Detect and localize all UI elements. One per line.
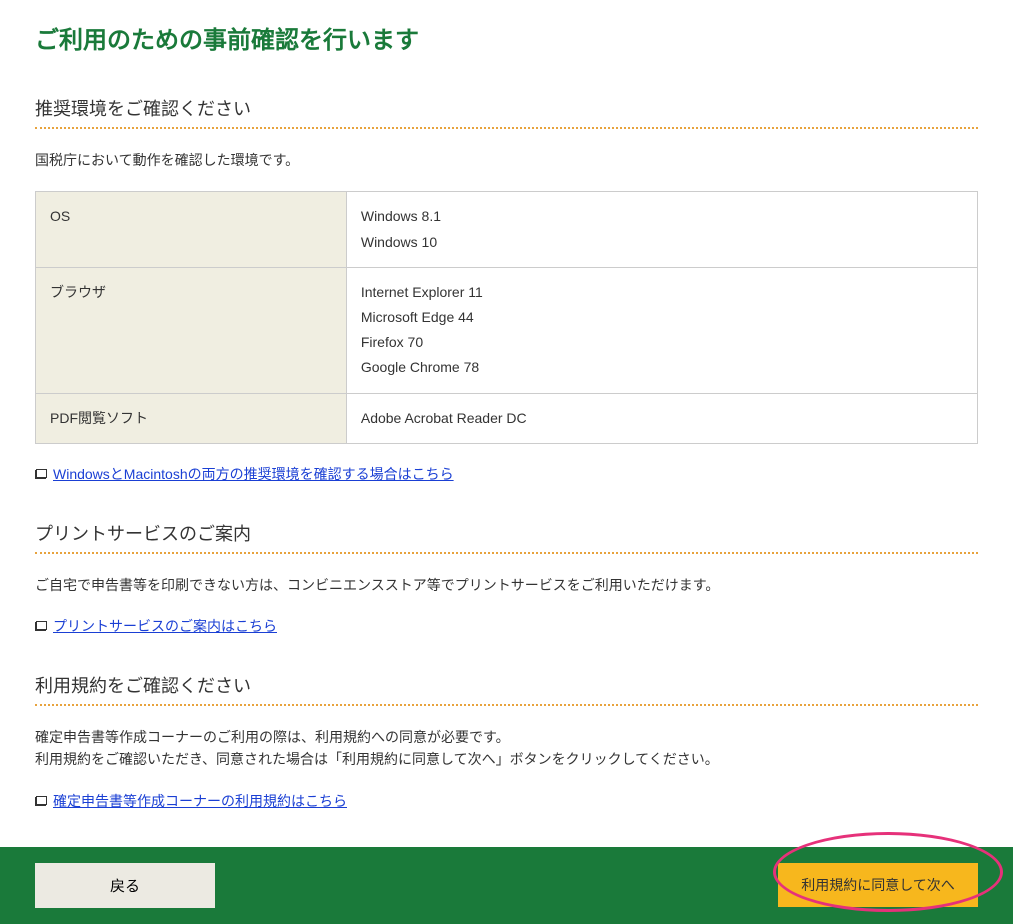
env-row-value: Adobe Acrobat Reader DC <box>346 393 977 443</box>
section-env-desc: 国税庁において動作を確認した環境です。 <box>35 149 978 171</box>
section-terms-desc: 確定申告書等作成コーナーのご利用の際は、利用規約への同意が必要です。利用規約をご… <box>35 726 978 771</box>
section-env-heading: 推奨環境をご確認ください <box>35 95 978 129</box>
table-row: ブラウザ Internet Explorer 11Microsoft Edge … <box>36 267 978 393</box>
agree-button[interactable]: 利用規約に同意して次へ <box>778 863 978 907</box>
external-link-icon <box>35 796 47 806</box>
env-link[interactable]: WindowsとMacintoshの両方の推奨環境を確認する場合はこちら <box>53 464 454 484</box>
env-row-value: Windows 8.1Windows 10 <box>346 192 977 267</box>
section-print-desc: ご自宅で申告書等を印刷できない方は、コンビニエンスストア等でプリントサービスをご… <box>35 574 978 596</box>
page-title: ご利用のための事前確認を行います <box>35 20 978 55</box>
footer-bar: 戻る 利用規約に同意して次へ <box>0 847 1013 924</box>
section-env: 推奨環境をご確認ください 国税庁において動作を確認した環境です。 OS Wind… <box>35 95 978 484</box>
external-link-icon <box>35 621 47 631</box>
section-print: プリントサービスのご案内 ご自宅で申告書等を印刷できない方は、コンビニエンススト… <box>35 520 978 636</box>
section-print-heading: プリントサービスのご案内 <box>35 520 978 554</box>
env-row-label: PDF閲覧ソフト <box>36 393 347 443</box>
section-terms-heading: 利用規約をご確認ください <box>35 672 978 706</box>
section-terms: 利用規約をご確認ください 確定申告書等作成コーナーのご利用の際は、利用規約への同… <box>35 672 978 811</box>
back-button[interactable]: 戻る <box>35 863 215 908</box>
print-link[interactable]: プリントサービスのご案内はこちら <box>53 616 277 636</box>
table-row: PDF閲覧ソフト Adobe Acrobat Reader DC <box>36 393 978 443</box>
env-row-label: OS <box>36 192 347 267</box>
env-row-value: Internet Explorer 11Microsoft Edge 44Fir… <box>346 267 977 393</box>
env-row-label: ブラウザ <box>36 267 347 393</box>
table-row: OS Windows 8.1Windows 10 <box>36 192 978 267</box>
external-link-icon <box>35 469 47 479</box>
env-table: OS Windows 8.1Windows 10 ブラウザ Internet E… <box>35 191 978 443</box>
terms-link[interactable]: 確定申告書等作成コーナーの利用規約はこちら <box>53 791 347 811</box>
